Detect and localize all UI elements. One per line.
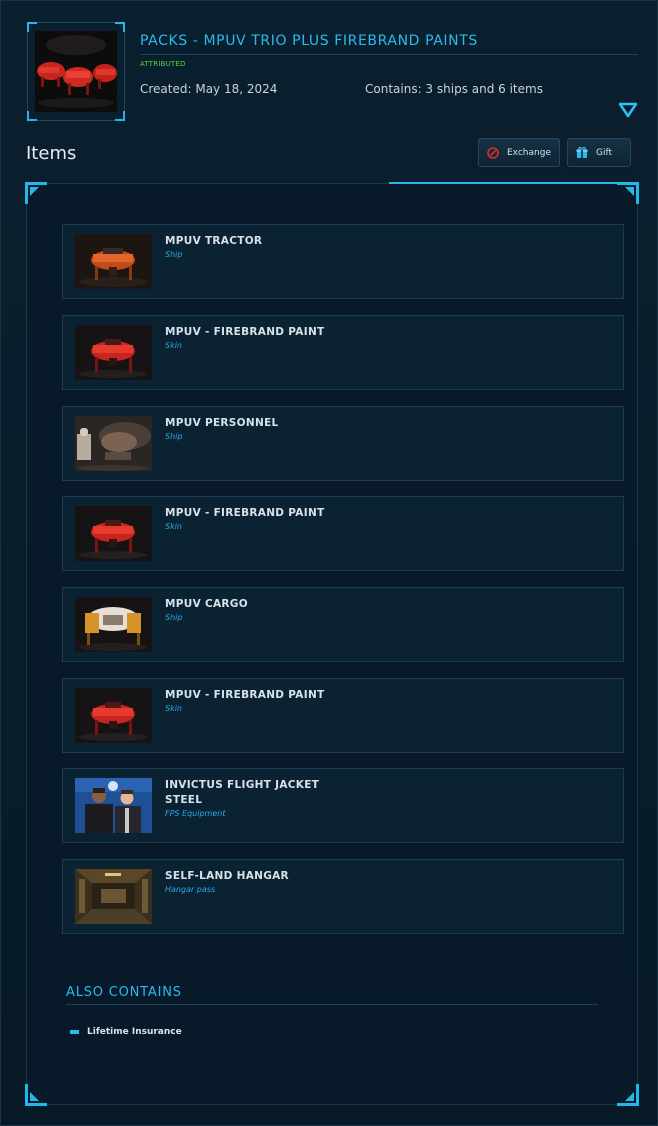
- item-row[interactable]: SELF-LAND HANGAR Hangar pass: [62, 859, 624, 934]
- item-type: Skin: [165, 341, 183, 350]
- pack-title: PACKS - MPUV TRIO PLUS FIREBRAND PAINTS: [140, 33, 638, 55]
- item-type: Hangar pass: [165, 885, 216, 894]
- item-type: Ship: [165, 432, 183, 441]
- panel-accent-line: [389, 182, 629, 184]
- status-badge: ATTRIBUTED: [140, 60, 186, 68]
- item-name: MPUV - FIREBRAND PAINT: [165, 507, 325, 519]
- exchange-icon: [487, 146, 499, 159]
- contains-summary: Contains: 3 ships and 6 items: [365, 82, 543, 96]
- panel-corner: [617, 1084, 639, 1106]
- item-name: MPUV - FIREBRAND PAINT: [165, 689, 325, 701]
- item-row[interactable]: MPUV - FIREBRAND PAINT Skin: [62, 678, 624, 753]
- exchange-label: Exchange: [507, 147, 551, 158]
- frame-corner: [115, 111, 125, 121]
- gift-icon: [576, 146, 588, 159]
- panel-corner: [25, 182, 47, 204]
- ship-tractor-image: [75, 234, 152, 289]
- also-contains-heading: ALSO CONTAINS: [66, 985, 598, 1005]
- created-date: Created: May 18, 2024: [140, 82, 278, 96]
- item-name: MPUV - FIREBRAND PAINT: [165, 326, 325, 338]
- ship-firebrand-image: [75, 325, 152, 380]
- ship-firebrand-image: [75, 688, 152, 743]
- also-contains-item: Lifetime Insurance: [70, 1027, 182, 1037]
- item-type: FPS Equipment: [165, 809, 226, 818]
- expand-chevron-icon[interactable]: [618, 101, 638, 119]
- hangar-interior-image: [75, 869, 152, 924]
- item-type: Ship: [165, 613, 183, 622]
- item-name: MPUV CARGO: [165, 598, 248, 610]
- exchange-button[interactable]: Exchange: [478, 138, 560, 167]
- ship-personnel-image: [75, 416, 152, 471]
- item-name: MPUV TRACTOR: [165, 235, 263, 247]
- item-row[interactable]: MPUV - FIREBRAND PAINT Skin: [62, 496, 624, 571]
- bullet-icon: [70, 1030, 79, 1034]
- gift-button[interactable]: Gift: [567, 138, 631, 167]
- item-name: INVICTUS FLIGHT JACKET STEEL: [165, 779, 320, 806]
- item-row[interactable]: INVICTUS FLIGHT JACKET STEEL FPS Equipme…: [62, 768, 624, 843]
- ship-cargo-image: [75, 597, 152, 652]
- item-row[interactable]: MPUV TRACTOR Ship: [62, 224, 624, 299]
- ship-firebrand-image: [75, 506, 152, 561]
- pack-thumbnail-image: [35, 31, 117, 112]
- panel-corner: [25, 1084, 47, 1106]
- item-type: Ship: [165, 250, 183, 259]
- item-row[interactable]: MPUV - FIREBRAND PAINT Skin: [62, 315, 624, 390]
- item-name: MPUV PERSONNEL: [165, 417, 279, 429]
- pack-thumbnail-frame[interactable]: [27, 22, 125, 121]
- pledge-page: PACKS - MPUV TRIO PLUS FIREBRAND PAINTS …: [0, 0, 658, 1126]
- jacket-people-image: [75, 778, 152, 833]
- also-contains-label: Lifetime Insurance: [87, 1027, 182, 1037]
- item-row[interactable]: MPUV PERSONNEL Ship: [62, 406, 624, 481]
- panel-corner: [617, 182, 639, 204]
- gift-label: Gift: [596, 147, 613, 158]
- item-type: Skin: [165, 522, 183, 531]
- items-heading: Items: [26, 143, 77, 164]
- items-panel: MPUV TRACTOR Ship MPUV - FIREBRAND PAINT…: [25, 182, 639, 1106]
- item-row[interactable]: MPUV CARGO Ship: [62, 587, 624, 662]
- frame-corner: [27, 111, 37, 121]
- item-type: Skin: [165, 704, 183, 713]
- item-name: SELF-LAND HANGAR: [165, 870, 289, 882]
